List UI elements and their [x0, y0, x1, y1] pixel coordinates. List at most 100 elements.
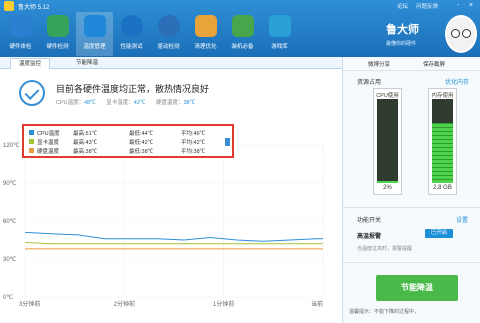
- broom-icon: [194, 15, 217, 37]
- header: 鲁大师 5.12 论坛 问题反馈 - × 硬件体检 硬件检测 温度管理 性能测试: [0, 0, 480, 57]
- high-temp-alarm-toggle[interactable]: 已开启: [425, 229, 453, 238]
- nav-item-cleanup[interactable]: 清理优化: [187, 12, 224, 56]
- memory-usage-bar: [432, 99, 453, 183]
- legend-avg: 平均:38℃: [181, 149, 206, 155]
- memory-usage-fill: [432, 122, 453, 183]
- resource-usage-title: 资源占用: [357, 80, 382, 86]
- disk-temp-label: 硬盘温度：: [155, 100, 184, 106]
- close-button[interactable]: ×: [466, 1, 476, 10]
- legend-swatch: [29, 148, 34, 153]
- legend-name: CPU温度: [37, 131, 60, 137]
- energy-cooling-description: 温馨提示：不能下降的过程中，: [349, 309, 420, 315]
- cpu-temp-label: CPU温度：: [56, 100, 85, 106]
- nav-label: 性能测试: [120, 44, 143, 50]
- minimize-button[interactable]: -: [453, 1, 463, 10]
- x-tick-label: 1分钟前: [213, 300, 234, 308]
- legend-avg: 平均:42℃: [181, 140, 206, 146]
- x-tick-label: 当前: [311, 300, 323, 308]
- main-nav: 硬件体检 硬件检测 温度管理 性能测试 驱动检测 清理优化 装机必备 游戏库: [2, 12, 298, 56]
- y-tick-label: 120℃: [3, 143, 20, 149]
- window-controls: - ×: [453, 1, 476, 10]
- brand: 鲁大师 最懂你的硬件: [380, 13, 480, 57]
- brand-name: 鲁大师: [386, 24, 419, 36]
- feedback-link[interactable]: 问题反馈: [416, 2, 438, 10]
- legend-max: 最高:43℃: [73, 140, 98, 146]
- legend-name: 显卡温度: [37, 140, 60, 146]
- legend-max: 最高:51℃: [73, 131, 98, 137]
- nav-label: 温度管理: [83, 44, 106, 50]
- y-tick-label: 90℃: [3, 181, 17, 187]
- cpu-usage-bar: [377, 99, 398, 183]
- brand-slogan: 最懂你的硬件: [386, 41, 417, 47]
- memory-usage-meter: 内存使用 2.8 GB: [428, 88, 457, 195]
- thermometer-chart-icon: [83, 15, 106, 37]
- nav-item-essentials[interactable]: 装机必备: [224, 12, 261, 56]
- nav-label: 驱动检测: [157, 44, 180, 50]
- tab-energy-cooling[interactable]: 节能降温: [68, 58, 106, 69]
- tab-bar: 温度监控 节能降温: [0, 57, 342, 69]
- cpu-usage-value: 2%: [383, 185, 392, 191]
- nav-item-games[interactable]: 游戏库: [261, 12, 298, 56]
- nav-item-hardware[interactable]: 硬件检测: [39, 12, 76, 56]
- legend-swatch: [29, 130, 34, 135]
- app-logo-icon: [4, 1, 14, 11]
- high-temp-alarm-label: 高温报警: [357, 234, 382, 240]
- disk-temp-value: 38℃: [183, 100, 196, 106]
- nav-label: 游戏库: [271, 44, 288, 50]
- speedometer-icon: [120, 15, 143, 37]
- y-tick-label: 0℃: [3, 295, 13, 301]
- nav-label: 装机必备: [231, 44, 254, 50]
- status-title: 目前各硬件温度均正常，散热情况良好: [56, 84, 210, 94]
- status-temperatures: CPU温度：48℃ 显卡温度：42℃ 硬盘温度：38℃: [56, 98, 204, 106]
- cpu-temp-value: 48℃: [84, 100, 96, 106]
- nav-label: 硬件检测: [46, 44, 69, 50]
- save-screenshot-button[interactable]: 保存截屏: [423, 60, 445, 68]
- x-tick-label: 3分钟前: [19, 300, 40, 308]
- nav-item-checkup[interactable]: 硬件体检: [2, 12, 39, 56]
- chip-icon: [46, 15, 69, 37]
- right-panel: 微博分享 保存截屏 资源占用 优化内存 CPU使用 2% 内存使用 2.8 GB…: [342, 57, 480, 323]
- glasses-icon: [462, 29, 471, 38]
- legend-scroll-handle[interactable]: [225, 138, 230, 146]
- legend-avg: 平均:46℃: [181, 131, 206, 137]
- weibo-share-link[interactable]: 微博分享: [368, 60, 390, 68]
- mascot-avatar: [445, 15, 477, 53]
- nav-label: 清理优化: [194, 44, 217, 50]
- glasses-icon: [451, 29, 460, 38]
- series-line: [24, 231, 323, 242]
- gpu-temp-label: 显卡温度：: [106, 100, 134, 106]
- legend-min: 最低:38℃: [129, 149, 154, 155]
- box-icon: [231, 15, 254, 37]
- app-title: 鲁大师 5.12: [18, 5, 50, 11]
- divider: [343, 262, 480, 263]
- energy-cooling-button[interactable]: 节能降温: [376, 275, 458, 301]
- feature-switch-title: 功能开关: [357, 218, 382, 224]
- nav-item-temperature[interactable]: 温度管理: [76, 12, 113, 56]
- legend-max: 最高:38℃: [73, 149, 98, 155]
- memory-usage-label: 内存使用: [431, 93, 454, 99]
- forum-link[interactable]: 论坛: [397, 2, 408, 10]
- cpu-usage-label: CPU使用: [376, 93, 399, 99]
- top-links: 论坛 问题反馈: [397, 2, 438, 10]
- y-tick-label: 30℃: [3, 257, 17, 263]
- gear-icon: [157, 15, 180, 37]
- settings-link[interactable]: 设置: [456, 215, 468, 224]
- tab-temperature-monitor[interactable]: 温度监控: [10, 58, 51, 69]
- nav-label: 硬件体检: [9, 44, 32, 50]
- memory-usage-value: 2.8 GB: [433, 185, 452, 191]
- optimize-memory-link[interactable]: 优化内存: [445, 77, 469, 86]
- legend-min: 最低:44℃: [129, 131, 154, 137]
- gamepad-icon: [268, 15, 291, 37]
- cpu-usage-meter: CPU使用 2%: [373, 88, 402, 195]
- divider: [343, 70, 480, 71]
- legend-min: 最低:42℃: [129, 140, 154, 146]
- check-circle-icon: [19, 80, 45, 106]
- high-temp-alarm-description: 当温度过高时，报警提醒: [357, 246, 413, 252]
- cpu-usage-fill: [377, 181, 398, 183]
- chart-legend: CPU温度 最高:51℃ 最低:44℃ 平均:46℃ 显卡温度 最高:43℃ 最…: [22, 124, 234, 158]
- nav-item-performance[interactable]: 性能测试: [113, 12, 150, 56]
- divider: [343, 207, 480, 208]
- nav-item-driver[interactable]: 驱动检测: [150, 12, 187, 56]
- legend-swatch: [29, 139, 34, 144]
- title-bar: 鲁大师 5.12 论坛 问题反馈 - ×: [0, 0, 480, 12]
